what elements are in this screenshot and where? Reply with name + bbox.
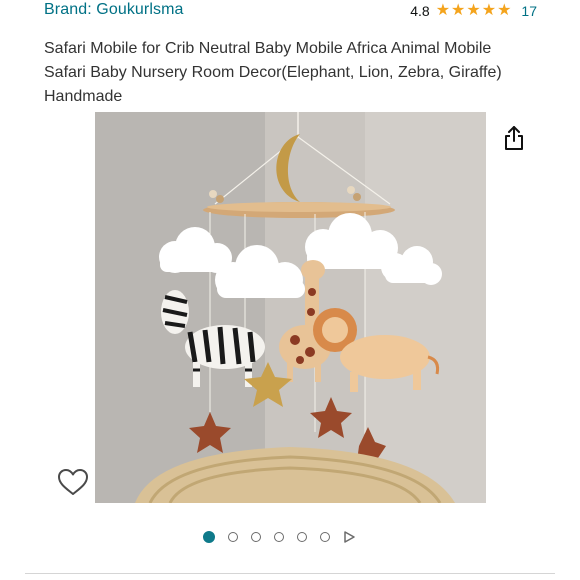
video-play-button[interactable] <box>343 531 355 543</box>
star-icon: ★ <box>481 2 497 19</box>
product-title: Safari Mobile for Crib Neutral Baby Mobi… <box>44 40 502 105</box>
star-icon: ★ <box>497 2 512 19</box>
play-icon <box>344 531 355 543</box>
share-button[interactable] <box>500 123 528 153</box>
star-icon: ★ <box>435 2 451 19</box>
star-icon: ★ <box>451 2 466 19</box>
rating-count-link[interactable]: 17 <box>521 3 537 19</box>
heart-icon <box>58 469 88 495</box>
rating-stars: ★ ★ ★ ★ ★ <box>436 3 512 19</box>
gallery-dot[interactable] <box>251 532 261 542</box>
rating-value: 4.8 <box>410 3 430 19</box>
gallery-dot[interactable] <box>274 532 284 542</box>
gallery-dot[interactable] <box>228 532 238 542</box>
star-icon: ★ <box>466 2 481 19</box>
gallery-dot[interactable] <box>203 531 215 543</box>
product-image[interactable] <box>95 112 486 503</box>
product-photo <box>95 112 486 503</box>
gallery-pagination <box>203 531 355 543</box>
gallery-dot[interactable] <box>320 532 330 542</box>
brand-link[interactable]: Brand: Goukurlsma <box>44 1 184 19</box>
gallery-dot[interactable] <box>297 532 307 542</box>
share-icon <box>505 126 523 150</box>
divider <box>25 573 555 574</box>
rating-summary[interactable]: 4.8 ★ ★ ★ ★ ★ 17 <box>410 3 537 20</box>
wishlist-button[interactable] <box>56 466 90 498</box>
